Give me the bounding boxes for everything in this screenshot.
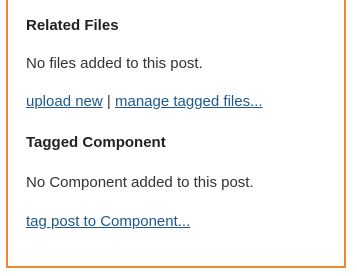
tag-link-row: tag post to Component... bbox=[26, 213, 344, 230]
related-files-empty-text: No files added to this post. bbox=[26, 55, 203, 72]
post-sidebar-panel: Related Files No files added to this pos… bbox=[6, 0, 346, 268]
upload-new-link[interactable]: upload new bbox=[26, 93, 103, 110]
related-files-actions: upload new | manage tagged files... bbox=[26, 93, 344, 110]
link-separator: | bbox=[106, 93, 115, 110]
tagged-component-heading: Tagged Component bbox=[26, 134, 166, 151]
manage-tagged-files-link[interactable]: manage tagged files... bbox=[115, 93, 263, 110]
tag-post-to-component-link[interactable]: tag post to Component... bbox=[26, 213, 190, 230]
tagged-component-empty-text: No Component added to this post. bbox=[26, 174, 254, 191]
related-files-heading: Related Files bbox=[26, 17, 119, 34]
